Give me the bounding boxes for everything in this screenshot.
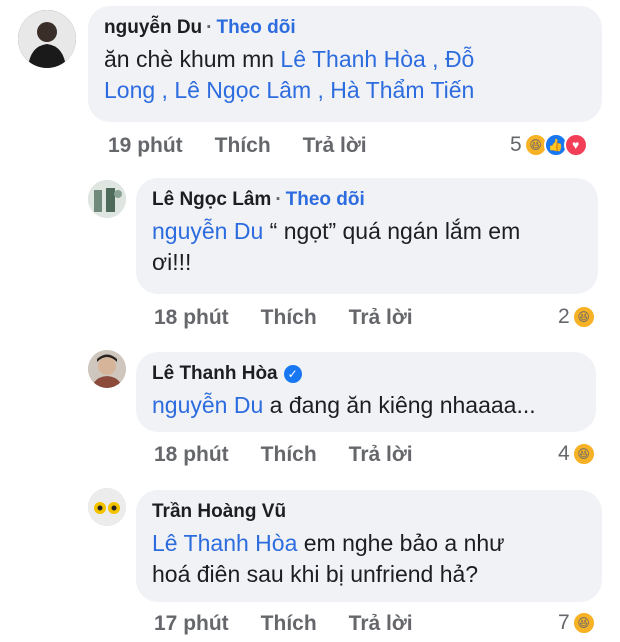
- comment-text: ăn chè khum mn Lê Thanh Hòa , Đỗ Long , …: [104, 46, 475, 103]
- mention-link[interactable]: Long , Lê Ngọc Lâm , Hà Thẩm Tiến: [104, 77, 474, 103]
- comment-time[interactable]: 17 phút: [154, 612, 229, 636]
- like-button[interactable]: Thích: [261, 306, 317, 330]
- verified-badge-icon: ✓: [283, 364, 302, 383]
- comment-time[interactable]: 18 phút: [154, 306, 229, 330]
- avatar-photo: [88, 180, 126, 218]
- comment-time[interactable]: 18 phút: [154, 443, 229, 467]
- avatar-photo: [88, 350, 126, 388]
- haha-icon: 😆: [571, 442, 596, 466]
- reply-button[interactable]: Trả lời: [349, 612, 413, 636]
- comment-text: nguyễn Du “ ngọt” quá ngán lắm em ơi!!!: [152, 218, 521, 275]
- love-icon: ♥: [563, 133, 588, 157]
- reply-button[interactable]: Trả lời: [349, 306, 413, 330]
- reaction-summary[interactable]: 2 😆: [558, 305, 596, 329]
- avatar-photo: [18, 10, 76, 68]
- reaction-summary[interactable]: 4 😆: [558, 442, 596, 466]
- comment-bubble: Lê Thanh Hòa ✓ nguyễn Du a đang ăn kiêng …: [136, 352, 596, 432]
- reaction-count: 7: [558, 611, 570, 634]
- comment-author[interactable]: Trần Hoàng Vũ: [152, 501, 286, 522]
- comment-time[interactable]: 19 phút: [108, 134, 183, 158]
- reaction-summary[interactable]: 7 😆: [558, 611, 596, 635]
- comment-text: nguyễn Du a đang ăn kiêng nhaaaa...: [152, 392, 536, 418]
- avatar[interactable]: [88, 488, 126, 526]
- comment-text: Lê Thanh Hòa em nghe bảo a như hoá điên …: [152, 530, 505, 587]
- avatar[interactable]: [18, 10, 76, 68]
- mention-link[interactable]: nguyễn Du: [152, 218, 263, 244]
- haha-icon: 😆: [571, 305, 596, 329]
- follow-button[interactable]: Theo dõi: [217, 17, 296, 38]
- separator-dot: ·: [275, 189, 282, 210]
- comment-author[interactable]: nguyễn Du: [104, 17, 202, 38]
- separator-dot: ·: [206, 17, 213, 38]
- comment-bubble: Lê Ngọc Lâm · Theo dõi nguyễn Du “ ngọt” q…: [136, 178, 598, 294]
- follow-button[interactable]: Theo dõi: [286, 189, 365, 210]
- avatar[interactable]: [88, 180, 126, 218]
- mention-link[interactable]: nguyễn Du: [152, 392, 263, 418]
- reply-button[interactable]: Trả lời: [349, 443, 413, 467]
- comment-author[interactable]: Lê Ngọc Lâm: [152, 189, 271, 210]
- mention-link[interactable]: Lê Thanh Hòa , Đỗ: [280, 46, 474, 72]
- like-button[interactable]: Thích: [261, 443, 317, 467]
- haha-icon: 😆: [571, 611, 596, 635]
- comment-author[interactable]: Lê Thanh Hòa: [152, 363, 278, 384]
- reaction-count: 5: [510, 133, 522, 156]
- avatar-photo: [88, 488, 126, 526]
- like-button[interactable]: Thích: [215, 134, 271, 158]
- mention-link[interactable]: Lê Thanh Hòa: [152, 530, 297, 556]
- reaction-count: 4: [558, 442, 570, 465]
- reaction-count: 2: [558, 305, 570, 328]
- reply-button[interactable]: Trả lời: [303, 134, 367, 158]
- avatar[interactable]: [88, 350, 126, 388]
- like-button[interactable]: Thích: [261, 612, 317, 636]
- comment-bubble: Trần Hoàng Vũ Lê Thanh Hòa em nghe bảo a…: [136, 490, 602, 602]
- comment-bubble: nguyễn Du · Theo dõi ăn chè khum mn Lê Tha…: [88, 6, 602, 122]
- reaction-summary[interactable]: 5 😆 👍 ♥: [510, 133, 588, 157]
